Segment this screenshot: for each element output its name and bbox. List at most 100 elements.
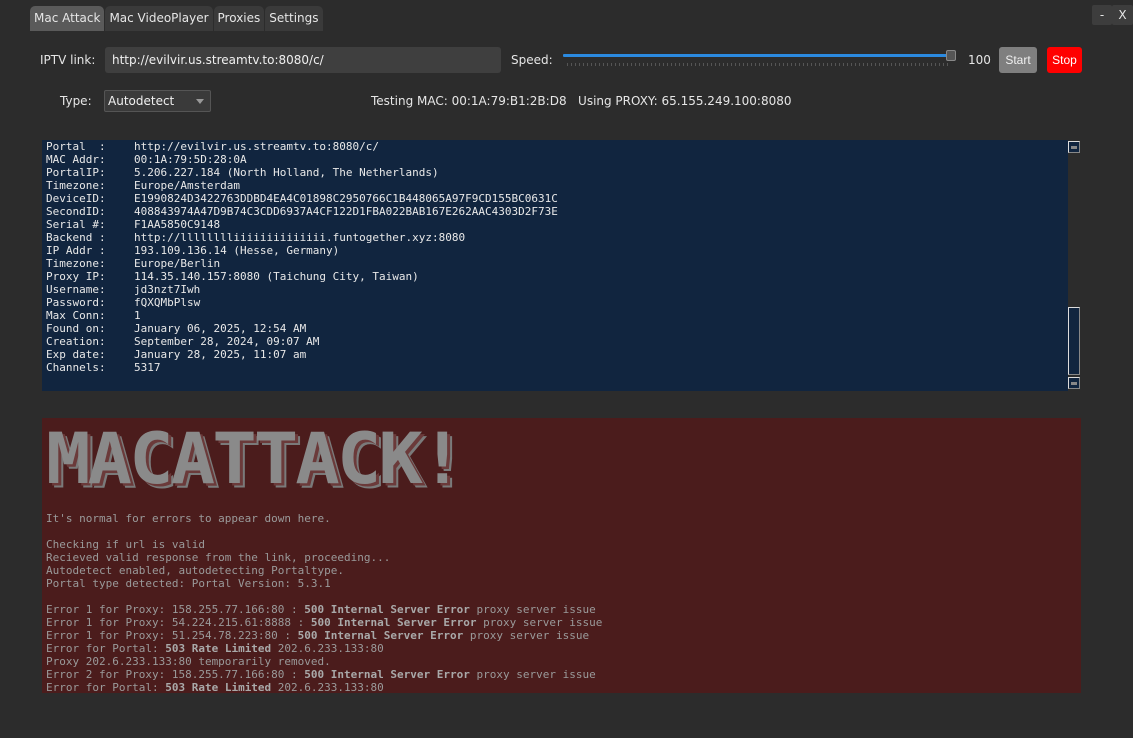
log-bold: 500 Internal Server Error [297,629,464,642]
log-bold: 500 Internal Server Error [304,668,470,681]
info-scrollbar[interactable] [1068,140,1081,391]
info-row: PortalIP: 5.206.227.184 (North Holland, T… [46,166,1068,179]
log-pre: It's normal for errors to appear down he… [46,512,331,525]
info-row: MAC Addr: 00:1A:79:5D:28:0A [46,153,1068,166]
info-key: Portal : [46,140,106,153]
info-key: Creation: [46,335,106,348]
log-pre: Error 2 for Proxy: 158.255.77.166:80 : [46,668,305,681]
log-pre: Error for Portal: [46,642,166,655]
log-post: proxy server issue [469,603,596,616]
tab-mac-videoplayer[interactable]: Mac VideoPlayer [105,6,213,31]
info-row: Creation: September 28, 2024, 09:07 AM [46,335,1068,348]
info-value: jd3nzt7Iwh [134,283,201,296]
info-value: Europe/Amsterdam [134,179,240,192]
log-pre: Error 1 for Proxy: 158.255.77.166:80 : [46,603,305,616]
close-button[interactable]: X [1112,5,1133,25]
log-line: Autodetect enabled, autodetecting Portal… [46,564,602,577]
info-row: Channels: 5317 [46,361,1068,374]
macattack-banner: MACATTACK! [46,418,465,500]
info-key: Proxy IP: [46,270,106,283]
info-value: 193.109.136.14 (Hesse, Germany) [134,244,340,257]
log-text: It's normal for errors to appear down he… [46,512,602,693]
log-panel: MACATTACK! It's normal for errors to app… [42,418,1081,693]
info-row: Backend : http://lllllllliiiiiiiiiiiiii.f… [46,231,1068,244]
info-row: Found on: January 06, 2025, 12:54 AM [46,322,1068,335]
info-value: 114.35.140.157:8080 (Taichung City, Taiw… [134,270,419,283]
type-label: Type: [60,94,92,108]
log-post: proxy server issue [463,629,590,642]
log-line: Checking if url is valid [46,538,602,551]
iptv-link-input[interactable] [105,47,501,73]
type-dropdown[interactable]: Autodetect [104,90,211,112]
info-row: Serial #: F1AA5850C9148 [46,218,1068,231]
log-line: Portal type detected: Portal Version: 5.… [46,577,602,590]
speed-slider-ticks [567,63,948,66]
tab-bar: Mac Attack Mac VideoPlayer Proxies Setti… [30,6,324,31]
log-pre: Checking if url is valid [46,538,205,551]
info-row: Timezone: Europe/Amsterdam [46,179,1068,192]
tab-settings[interactable]: Settings [265,6,323,31]
info-value: September 28, 2024, 09:07 AM [134,335,320,348]
arrow-down-icon [1071,382,1077,385]
iptv-link-label: IPTV link: [40,53,96,67]
log-post: proxy server issue [476,616,603,629]
info-value: E1990824D3422763DDBD4EA4C01898C2950766C1… [134,192,558,205]
log-line: Recieved valid response from the link, p… [46,551,602,564]
info-value: January 28, 2025, 11:07 am [134,348,307,361]
log-bold: 500 Internal Server Error [310,616,477,629]
info-key: PortalIP: [46,166,106,179]
log-line: It's normal for errors to appear down he… [46,512,602,525]
speed-slider[interactable] [563,50,956,68]
log-line: Error for Portal: 503 Rate Limited 202.6… [46,642,602,655]
info-value: 408843974A47D9B74C3CDD6937A4CF122D1FBA02… [134,205,558,218]
info-key: Backend : [46,231,106,244]
speed-slider-handle[interactable] [946,50,956,61]
log-bold: 503 Rate Limited [165,681,272,693]
info-row: Exp date: January 28, 2025, 11:07 am [46,348,1068,361]
type-dropdown-value: Autodetect [108,94,175,108]
log-line: Error 1 for Proxy: 158.255.77.166:80 : 5… [46,603,602,616]
info-row: Proxy IP: 114.35.140.157:8080 (Taichung C… [46,270,1068,283]
info-key: DeviceID: [46,192,106,205]
info-key: Username: [46,283,106,296]
info-row: DeviceID: E1990824D3422763DDBD4EA4C01898C… [46,192,1068,205]
log-line: Error 1 for Proxy: 51.254.78.223:80 : 50… [46,629,602,642]
info-row: Max Conn: 1 [46,309,1068,322]
minimize-button[interactable]: - [1092,5,1112,25]
log-bold: 503 Rate Limited [165,642,272,655]
stop-button[interactable]: Stop [1047,47,1082,73]
log-pre: Proxy 202.6.233.133:80 temporarily remov… [46,655,331,668]
start-button[interactable]: Start [999,47,1037,73]
log-pre: Portal type detected: Portal Version: 5.… [46,577,331,590]
tab-mac-attack[interactable]: Mac Attack [30,6,105,31]
portal-info-panel: Portal : http://evilvir.us.streamtv.to:80… [42,140,1068,391]
log-pre: Error for Portal: [46,681,166,693]
scroll-down-button[interactable] [1068,377,1080,389]
info-key: Channels: [46,361,106,374]
speed-value: 100 [968,53,991,67]
info-row: SecondID: 408843974A47D9B74C3CDD6937A4CF1… [46,205,1068,218]
info-value: 1 [134,309,141,322]
scroll-thumb[interactable] [1068,307,1080,375]
arrow-up-icon [1071,146,1077,149]
info-value: fQXQMbPlsw [134,296,201,309]
log-line: Error 1 for Proxy: 54.224.215.61:8888 : … [46,616,602,629]
info-value: Europe/Berlin [134,257,221,270]
log-post: proxy server issue [469,668,596,681]
speed-label: Speed: [511,53,553,67]
speed-slider-track [563,54,948,57]
scroll-up-button[interactable] [1068,141,1080,153]
tab-proxies[interactable]: Proxies [213,6,265,31]
info-row: Password: fQXQMbPlsw [46,296,1068,309]
info-value: 5.206.227.184 (North Holland, The Nether… [134,166,439,179]
log-pre: Recieved valid response from the link, p… [46,551,391,564]
info-row: Username: jd3nzt7Iwh [46,283,1068,296]
testing-status: Testing MAC: 00:1A:79:B1:2B:D8 Using PRO… [371,94,792,108]
info-key: Timezone: [46,179,106,192]
info-key: Max Conn: [46,309,106,322]
info-key: Serial #: [46,218,106,231]
log-pre: Autodetect enabled, autodetecting Portal… [46,564,345,577]
info-value: January 06, 2025, 12:54 AM [134,322,307,335]
